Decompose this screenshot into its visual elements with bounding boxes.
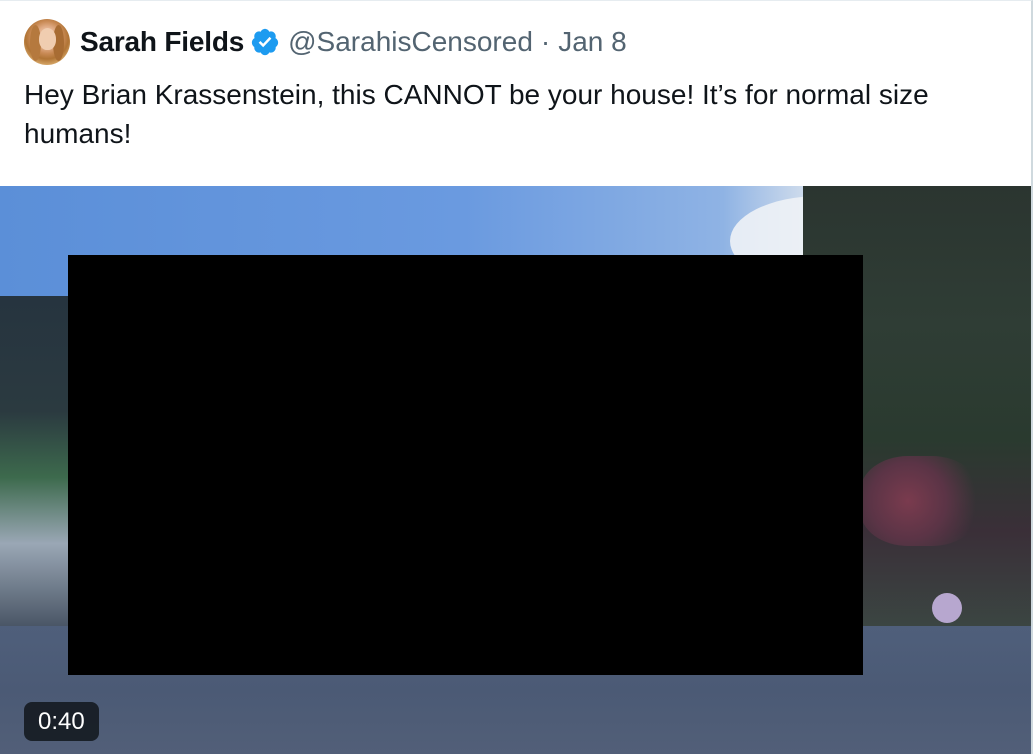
video-player[interactable]: 0:40 — [0, 186, 1031, 754]
avatar[interactable] — [24, 19, 70, 65]
verified-badge-icon[interactable] — [250, 27, 280, 57]
avatar-face — [39, 28, 56, 50]
tweet-text: Hey Brian Krassenstein, this CANNOT be y… — [24, 79, 929, 149]
meta-separator: · — [540, 26, 551, 57]
tweet-header: Sarah Fields @SarahisCensored · Jan 8 — [24, 17, 627, 67]
video-garden-light — [932, 593, 962, 623]
tweet-date[interactable]: Jan 8 — [558, 26, 627, 58]
video-duration-badge: 0:40 — [24, 702, 99, 741]
author-display-name[interactable]: Sarah Fields — [80, 26, 244, 58]
author-handle[interactable]: @SarahisCensored — [288, 26, 533, 58]
video-flower-bush — [860, 456, 980, 546]
redaction-box — [68, 255, 863, 675]
video-gate — [0, 296, 70, 626]
tweet-card[interactable]: Sarah Fields @SarahisCensored · Jan 8 He… — [0, 0, 1033, 754]
